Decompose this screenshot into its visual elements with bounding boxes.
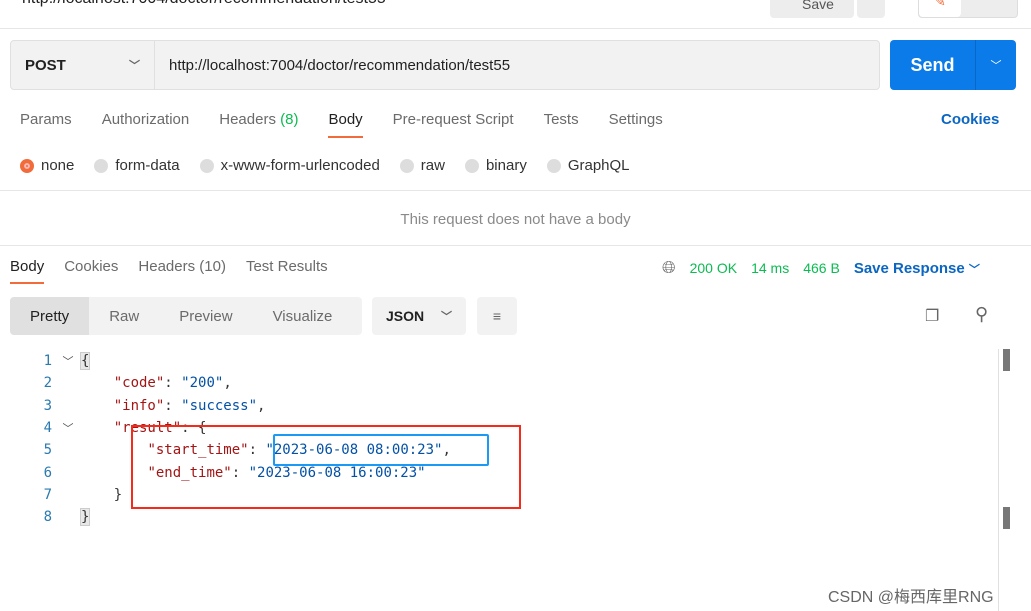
tab-pre-request-script[interactable]: Pre-request Script <box>393 111 514 138</box>
radio-dot <box>546 158 561 173</box>
brace: } <box>80 508 91 527</box>
code-line: 8} <box>0 506 451 528</box>
radio-label: binary <box>485 157 527 174</box>
radio-label: raw <box>420 157 445 174</box>
send-dropdown-chevron-icon[interactable]: ﹀ <box>976 40 1016 90</box>
json-key: "info" <box>113 397 165 414</box>
radio-none[interactable]: none <box>20 157 74 174</box>
view-visualize[interactable]: Visualize <box>253 297 353 335</box>
tab-authorization[interactable]: Authorization <box>102 111 190 138</box>
radio-graphql[interactable]: GraphQL <box>546 157 630 174</box>
save-dropdown-button[interactable] <box>857 0 885 18</box>
format-label: JSON <box>386 308 425 324</box>
url-input[interactable]: http://localhost:7004/doctor/recommendat… <box>155 41 510 89</box>
scrollbar-thumb[interactable] <box>1003 507 1010 529</box>
edit-comment-toggle[interactable]: ✎ <box>918 0 1018 18</box>
json-key: "code" <box>113 375 165 392</box>
divider <box>0 28 1031 29</box>
resp-tab-body[interactable]: Body <box>10 258 45 284</box>
tab-tests[interactable]: Tests <box>544 111 579 138</box>
method-label: POST <box>25 56 66 74</box>
response-tabs: Body Cookies Headers (10) Test Results <box>10 258 348 284</box>
json-value: "200" <box>181 375 224 392</box>
fold-chevron-icon[interactable]: ﹀ <box>56 420 80 436</box>
radio-label: none <box>41 157 75 174</box>
save-button[interactable]: Save <box>770 0 854 18</box>
radio-form-data[interactable]: form-data <box>94 157 180 174</box>
status-code: 200 OK <box>689 260 738 276</box>
tab-params[interactable]: Params <box>20 111 72 138</box>
line-number: 3 <box>43 397 52 414</box>
line-number: 7 <box>43 486 52 503</box>
line-number: 8 <box>43 509 52 526</box>
wrap-lines-button[interactable]: ≡ <box>477 297 517 335</box>
response-size: 466 B <box>803 260 840 276</box>
radio-label: form-data <box>115 157 180 174</box>
response-time: 14 ms <box>751 260 790 276</box>
view-preview[interactable]: Preview <box>159 297 252 335</box>
line-number: 6 <box>43 464 52 481</box>
radio-dot <box>199 158 214 173</box>
request-bar: POST ﹀ http://localhost:7004/doctor/recom… <box>10 40 880 90</box>
save-response-button[interactable]: Save Response ﹀ <box>854 260 980 277</box>
copy-icon[interactable]: ❐ <box>925 306 939 326</box>
line-number: 2 <box>43 375 52 392</box>
line-number: 4 <box>43 420 52 437</box>
resp-tab-headers[interactable]: Headers (10) <box>138 258 226 284</box>
code-line: 2 "code": "200", <box>0 372 451 394</box>
divider <box>0 245 1031 246</box>
request-tabs: Params Authorization Headers (8) Body Pr… <box>20 111 693 138</box>
code-line: 1 ﹀{ <box>0 350 451 372</box>
no-body-message: This request does not have a body <box>400 211 631 228</box>
line-number: 5 <box>43 442 52 459</box>
globe-icon[interactable]: 🌐︎ <box>662 258 676 278</box>
radio-binary[interactable]: binary <box>464 157 527 174</box>
body-type-radios: none form-data x-www-form-urlencoded raw… <box>20 157 650 174</box>
tab-body[interactable]: Body <box>328 111 363 138</box>
send-button[interactable]: Send <box>890 40 976 90</box>
method-select[interactable]: POST ﹀ <box>11 41 155 89</box>
view-pretty[interactable]: Pretty <box>10 297 90 335</box>
radio-dot <box>399 158 414 173</box>
chevron-down-icon: ﹀ <box>129 60 140 72</box>
response-status: 🌐︎ 200 OK 14 ms 466 B Save Response ﹀ <box>662 258 980 278</box>
code-line: 3 "info": "success", <box>0 395 451 417</box>
format-select[interactable]: JSON ﹀ <box>372 297 466 335</box>
radio-dot <box>464 158 479 173</box>
view-raw[interactable]: Raw <box>89 297 159 335</box>
tab-settings[interactable]: Settings <box>609 111 663 138</box>
brace: { <box>80 352 91 371</box>
radio-label: x-www-form-urlencoded <box>220 157 380 174</box>
tab-headers-label: Headers <box>219 111 276 128</box>
chevron-down-icon: ﹀ <box>968 263 980 276</box>
send-button-group: Send ﹀ <box>890 40 1016 90</box>
save-response-label: Save Response <box>853 259 965 277</box>
pencil-icon[interactable]: ✎ <box>919 0 961 17</box>
radio-raw[interactable]: raw <box>399 157 445 174</box>
json-value: "success" <box>181 397 258 414</box>
divider <box>0 190 1031 191</box>
tab-headers[interactable]: Headers (8) <box>219 111 298 138</box>
watermark: CSDN @梅西库里RNG <box>828 589 994 606</box>
annotation-blue-box <box>273 434 489 466</box>
cookies-link[interactable]: Cookies <box>941 111 999 128</box>
resp-tab-cookies[interactable]: Cookies <box>64 258 118 284</box>
search-icon[interactable]: ⚲ <box>975 304 988 325</box>
fold-chevron-icon[interactable]: ﹀ <box>56 353 80 369</box>
radio-dot <box>20 158 34 173</box>
headers-count: (8) <box>280 111 299 128</box>
scrollbar-thumb[interactable] <box>1003 349 1010 371</box>
editor-divider <box>998 349 999 611</box>
wrap-icon: ≡ <box>492 308 502 324</box>
request-title: http://localhost:7004/doctor/recommendat… <box>22 0 386 8</box>
radio-urlencoded[interactable]: x-www-form-urlencoded <box>199 157 380 174</box>
radio-label: GraphQL <box>567 157 630 174</box>
resp-tab-test-results[interactable]: Test Results <box>246 258 328 284</box>
chevron-down-icon: ﹀ <box>441 311 452 323</box>
line-number: 1 <box>43 353 52 370</box>
view-mode-segment: Pretty Raw Preview Visualize <box>10 297 362 335</box>
radio-dot <box>94 158 109 173</box>
